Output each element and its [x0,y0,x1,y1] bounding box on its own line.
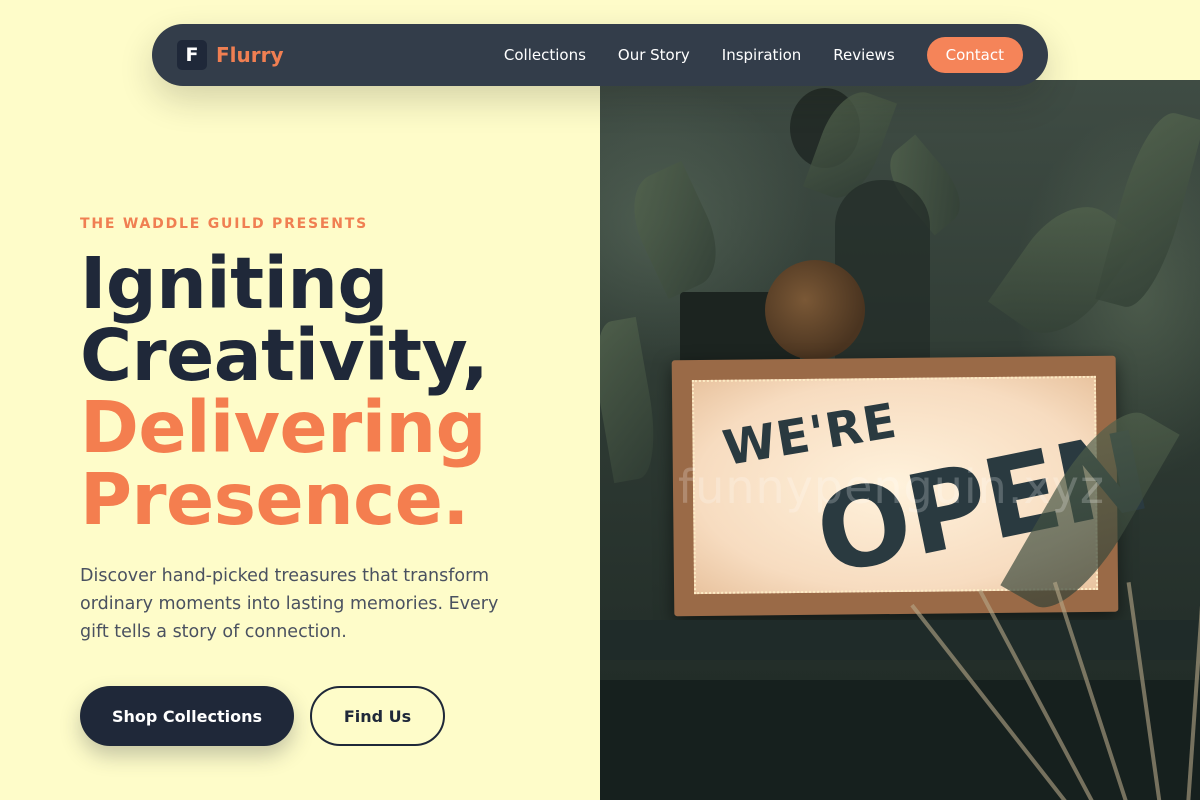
plant-leaf [600,316,664,484]
top-navbar: F Flurry Collections Our Story Inspirati… [152,24,1048,86]
plant-leaf [1095,105,1200,315]
window-ledge [600,620,1200,660]
hero-description: Discover hand-picked treasures that tran… [80,566,499,642]
hero-eyebrow: THE WADDLE GUILD PRESENTS [80,216,369,232]
nav-link-collections[interactable]: Collections [504,46,586,64]
headline-line-2: Creativity, [80,314,489,397]
nav-link-our-story[interactable]: Our Story [618,46,690,64]
logo-icon[interactable]: F [177,40,207,70]
landing-page: WE'RE OPEN funnypenguin.xyz F Flurry Col… [0,0,1200,800]
plant-leaf [617,160,733,300]
moss-ball [765,260,865,360]
find-us-button[interactable]: Find Us [310,686,445,746]
brand-name[interactable]: Flurry [216,43,284,67]
shop-collections-button[interactable]: Shop Collections [80,686,294,746]
hero-headline: Igniting Creativity, Delivering Presence… [80,242,489,541]
headline-line-4: Presence. [80,458,469,541]
window-base [600,680,1200,800]
nav-links: Collections Our Story Inspiration Review… [504,37,1023,73]
headline-line-3: Delivering [80,386,486,469]
nav-link-inspiration[interactable]: Inspiration [722,46,802,64]
hero-photo: WE'RE OPEN funnypenguin.xyz [600,80,1200,800]
contact-button[interactable]: Contact [926,37,1023,73]
nav-link-reviews[interactable]: Reviews [833,46,894,64]
headline-line-1: Igniting [80,242,388,325]
watermark: funnypenguin.xyz [678,460,1106,514]
